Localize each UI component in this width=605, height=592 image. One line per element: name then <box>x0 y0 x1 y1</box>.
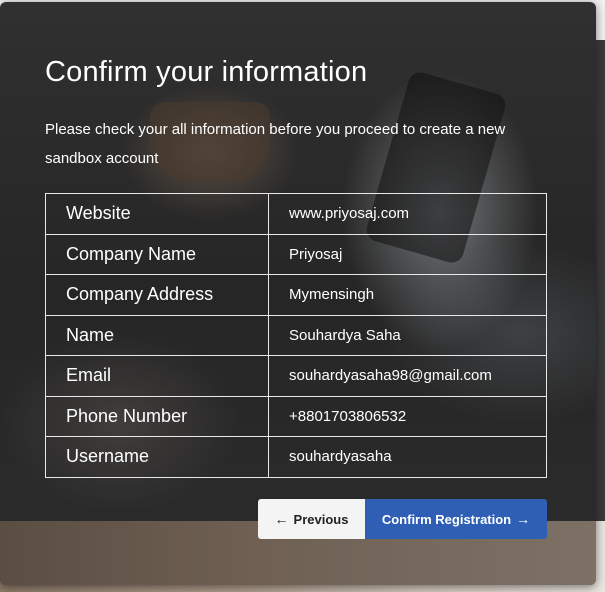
table-row: Name Souhardya Saha <box>45 314 547 356</box>
arrow-left-icon: ← <box>274 511 289 527</box>
row-label: Name <box>45 314 269 356</box>
row-value: Mymensingh <box>268 274 547 316</box>
information-table: Website www.priyosaj.com Company Name Pr… <box>45 193 547 478</box>
previous-button-label: Previous <box>293 511 349 527</box>
table-row: Email souhardyasaha98@gmail.com <box>45 355 547 397</box>
previous-button[interactable]: ← Previous <box>258 499 365 539</box>
row-label: Website <box>45 193 269 235</box>
modal-subtitle: Please check your all information before… <box>45 121 506 167</box>
row-value: www.priyosaj.com <box>268 193 547 235</box>
row-label: Company Address <box>45 274 269 316</box>
row-value: souhardyasaha98@gmail.com <box>268 355 547 397</box>
confirm-button-label: Confirm Registration <box>381 511 512 527</box>
row-label: Email <box>45 355 269 397</box>
table-row: Username souhardyasaha <box>45 436 547 478</box>
modal-title: Confirm your information <box>45 56 368 88</box>
row-value: +8801703806532 <box>268 395 547 437</box>
modal-content: Confirm your information Please check yo… <box>0 2 596 585</box>
table-row: Website www.priyosaj.com <box>45 193 547 235</box>
table-row: Company Name Priyosaj <box>45 233 547 275</box>
table-row: Company Address Mymensingh <box>45 274 547 316</box>
row-label: Company Name <box>45 233 269 275</box>
row-value: Priyosaj <box>268 233 547 275</box>
arrow-right-icon: → <box>516 511 531 527</box>
confirm-registration-button[interactable]: Confirm Registration → <box>365 499 547 539</box>
row-label: Phone Number <box>45 395 269 437</box>
table-row: Phone Number +8801703806532 <box>45 395 547 437</box>
row-label: Username <box>45 436 269 478</box>
row-value: souhardyasaha <box>268 436 547 478</box>
confirm-information-modal: Confirm your information Please check yo… <box>0 2 596 585</box>
row-value: Souhardya Saha <box>268 314 547 356</box>
